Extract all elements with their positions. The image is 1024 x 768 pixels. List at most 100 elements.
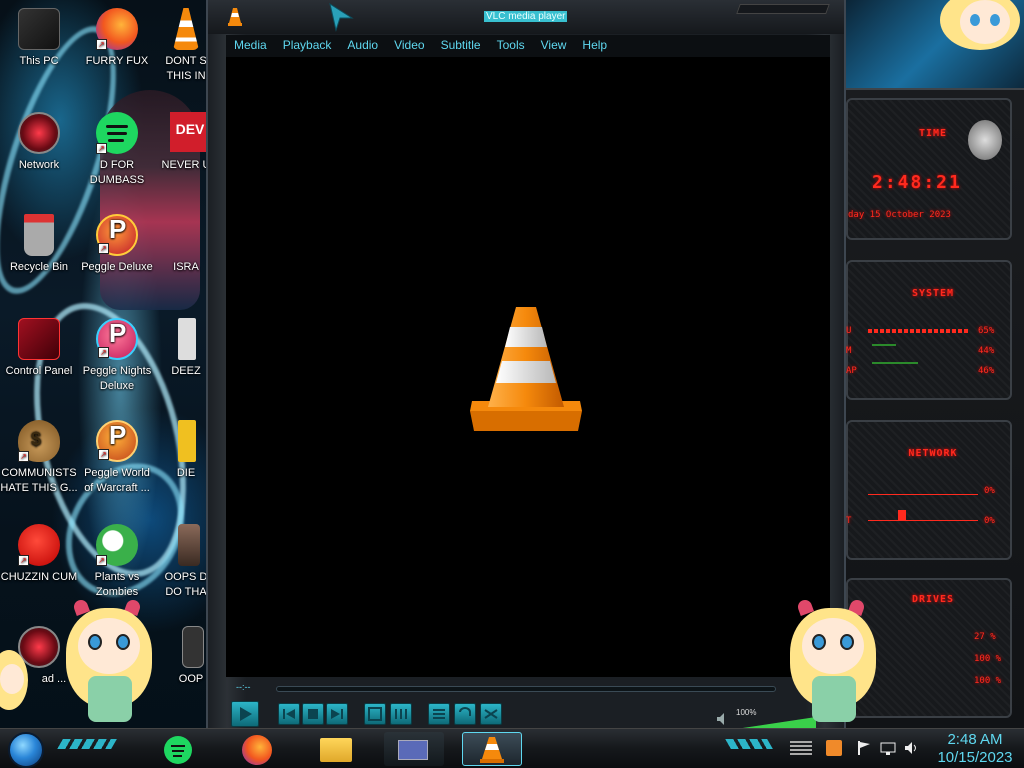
taskbar-firefox[interactable]	[228, 732, 288, 766]
spotify-wave	[108, 139, 124, 142]
menu-subtitle[interactable]: Subtitle	[433, 35, 489, 57]
this-pc-icon	[18, 8, 60, 50]
taskbar-spotify[interactable]	[148, 732, 208, 766]
drive-d-value: 100 %	[974, 654, 1002, 664]
fullscreen-button[interactable]	[364, 703, 386, 725]
menu-help[interactable]: Help	[574, 35, 615, 57]
desktop-icon-furry-fux[interactable]: ↗ FURRY FUX	[78, 8, 156, 69]
printer-icon	[178, 318, 196, 360]
system-mem-label: M	[846, 346, 852, 356]
system-swap-graph	[872, 362, 918, 364]
taskbar-clock-time[interactable]: 2:48 AM	[930, 731, 1020, 748]
desktop-icon-label: FURRY FUX	[85, 55, 149, 67]
loop-icon	[459, 707, 471, 716]
network-icon[interactable]	[880, 740, 896, 756]
time-gadget[interactable]: TIME 2:48:21 day 15 October 2023	[846, 98, 1012, 240]
network-upload-spike	[898, 510, 906, 520]
taskbar-remote-desktop[interactable]	[384, 732, 444, 766]
vlc-video-area[interactable]	[226, 57, 830, 677]
extended-settings-icon	[395, 709, 407, 719]
flag-icon[interactable]	[856, 740, 872, 756]
volume-icon[interactable]	[904, 740, 920, 756]
spotify-wave	[171, 745, 185, 747]
desktop-icon-label: This PC	[19, 55, 59, 67]
vlc-menubar: Media Playback Audio Video Subtitle Tool…	[226, 35, 830, 57]
shortcut-arrow-icon: ↗	[18, 555, 29, 566]
taskbar-decor	[725, 739, 773, 749]
spotify-wave	[172, 750, 184, 752]
stop-button[interactable]	[302, 703, 324, 725]
menu-video[interactable]: Video	[386, 35, 432, 57]
desktop-icon-d-for-dumbass[interactable]: ↗ D FOR DUMBASS	[78, 112, 156, 188]
window-controls[interactable]	[736, 4, 830, 14]
photo-icon	[178, 524, 200, 566]
desktop-icon-label: Recycle Bin	[9, 261, 69, 273]
desktop-icon-recycle-bin[interactable]: Recycle Bin	[0, 214, 78, 275]
menu-tools[interactable]: Tools	[489, 35, 533, 57]
playlist-icon	[433, 709, 445, 719]
desktop-icon-peggle-nights[interactable]: P ↗ Peggle Nights Deluxe	[78, 318, 156, 394]
star-dress	[812, 676, 856, 722]
star-face	[78, 618, 140, 674]
system-gadget[interactable]: SYSTEM U 65% M 44% AP 46%	[846, 260, 1012, 400]
desktop-icon-chuzzin[interactable]: ↗ CHUZZIN CUM	[0, 524, 78, 585]
play-button[interactable]	[231, 701, 259, 727]
shuffle-button[interactable]	[480, 703, 502, 725]
desktop-icon-label: D FOR DUMBASS	[89, 159, 145, 186]
control-panel-icon	[18, 318, 60, 360]
elapsed-time: --:--	[236, 682, 251, 692]
remote-desktop-icon	[398, 740, 428, 760]
desktop-icon-network[interactable]: Network	[0, 112, 78, 173]
speaker-icon[interactable]	[716, 712, 730, 726]
time-gadget-title: TIME	[918, 128, 948, 139]
desktop-icon-peggle-deluxe[interactable]: P ↗ Peggle Deluxe	[78, 214, 156, 275]
star-eye	[970, 14, 980, 26]
desktop-icon-this-pc[interactable]: This PC	[0, 8, 78, 69]
menu-audio[interactable]: Audio	[339, 35, 386, 57]
desktop-icon-control-panel[interactable]: Control Panel	[0, 318, 78, 379]
recycle-bin-icon	[24, 214, 54, 256]
taskbar: 2:48 AM 10/15/2023	[0, 728, 1024, 768]
shortcut-arrow-icon: ↗	[18, 451, 29, 462]
desktop-icon-label: Peggle World of Warcraft ...	[84, 467, 150, 494]
shortcut-arrow-icon: ↗	[98, 449, 109, 460]
peggle-p-glyph: P	[109, 214, 127, 244]
next-button[interactable]	[326, 703, 348, 725]
vlc-window[interactable]: VLC media player Media Playback Audio Vi…	[206, 0, 846, 740]
peggle-wow-icon: P ↗	[96, 420, 138, 462]
network-upload-value: 0%	[984, 516, 995, 526]
extended-settings-button[interactable]	[390, 703, 412, 725]
desktop-icon-label: Control Panel	[5, 365, 73, 377]
network-upload-label: T	[846, 516, 852, 526]
shortcut-arrow-icon: ↗	[96, 143, 107, 154]
star-eye	[88, 634, 102, 650]
start-button[interactable]	[8, 732, 44, 768]
network-gadget[interactable]: NETWORK 0% T 0%	[846, 420, 1012, 560]
system-cpu-label: U	[846, 326, 852, 336]
menu-media[interactable]: Media	[226, 35, 275, 57]
system-swap-label: AP	[846, 366, 857, 376]
desktop-icon-plants-vs-zombies[interactable]: ↗ Plants vs Zombies	[78, 524, 156, 600]
seek-track[interactable]	[276, 686, 776, 692]
taskbar-clock-date[interactable]: 10/15/2023	[930, 749, 1020, 766]
desktop-icon-peggle-wow[interactable]: P ↗ Peggle World of Warcraft ...	[78, 420, 156, 496]
system-mem-graph	[872, 344, 896, 346]
vlc-icon	[480, 737, 504, 763]
previous-button[interactable]	[278, 703, 300, 725]
star-butterfly-left-edge-sticker	[0, 650, 30, 728]
network-upload-graph	[868, 520, 978, 521]
loop-button[interactable]	[454, 703, 476, 725]
dollar-icon: $	[31, 429, 42, 449]
show-desktop-icon[interactable]	[790, 741, 812, 755]
system-cpu-value: 65%	[978, 326, 995, 336]
menu-view[interactable]: View	[533, 35, 575, 57]
taskbar-vlc[interactable]	[462, 732, 522, 766]
vlc-titlebar[interactable]: VLC media player	[208, 0, 844, 34]
taskbar-file-explorer[interactable]	[306, 732, 366, 766]
sound-meter-icon[interactable]	[826, 740, 842, 756]
prev-icon	[283, 709, 295, 719]
menu-playback[interactable]: Playback	[275, 35, 340, 57]
desktop-icon-communists[interactable]: $ ↗ COMMUNISTS HATE THIS G...	[0, 420, 78, 496]
vlc-seekbar[interactable]: --:-- -	[228, 682, 828, 694]
playlist-button[interactable]	[428, 703, 450, 725]
